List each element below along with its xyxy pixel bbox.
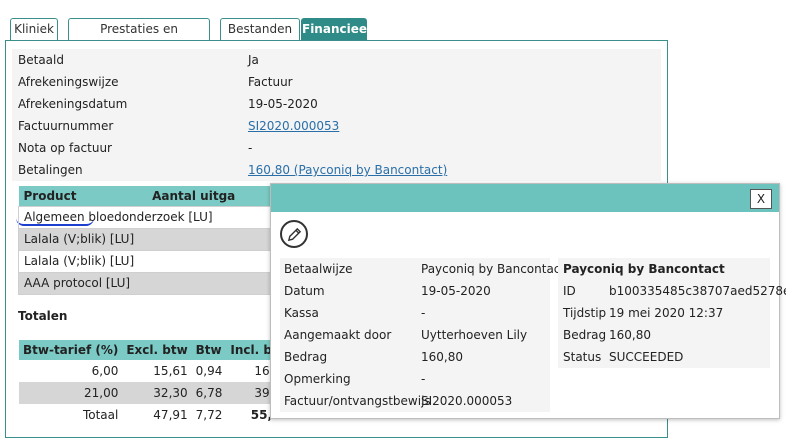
info-row-factuurnummer: Factuurnummer SI2020.000053 (12, 115, 661, 137)
provider-key: Tijdstip (563, 306, 607, 320)
detail-row: Bedrag 160,80 (280, 346, 550, 368)
column-header: Product (18, 186, 148, 206)
cell: Totaal (82, 408, 119, 422)
totals-title: Totalen (18, 309, 68, 323)
totals-table: Btw-tarief (%) Excl. btw Btw Incl. btw 6… (19, 340, 293, 426)
provider-key: Bedrag (563, 328, 607, 342)
info-row-nota: Nota op factuur - (12, 137, 661, 159)
cell: 6,00 (91, 364, 119, 378)
provider-value: b100335485c38707aed5278e (609, 284, 786, 298)
detail-row: Kassa - (280, 302, 550, 324)
provider-row: Status SUCCEEDED (558, 346, 770, 368)
info-row-betaald: Betaald Ja (12, 49, 661, 71)
tab-bestanden[interactable]: Bestanden (220, 18, 300, 40)
cell: 6,78 (191, 382, 227, 404)
provider-value: SUCCEEDED (609, 350, 684, 364)
tab-financieel[interactable]: Financieel (301, 18, 371, 40)
detail-key: Betaalwijze (284, 262, 353, 276)
info-label: Betalingen (18, 163, 83, 177)
info-row-afrekeningswijze: Afrekeningswijze Factuur (12, 71, 661, 93)
column-header: Btw (191, 340, 227, 360)
info-value: Factuur (248, 75, 293, 89)
info-label: Afrekeningswijze (18, 75, 119, 89)
detail-key: Datum (284, 284, 325, 298)
cell: 21,00 (19, 382, 123, 404)
detail-row: Aangemaakt door Uytterhoeven Lily (280, 324, 550, 346)
detail-key: Factuur/ontvangstbewijs (284, 394, 431, 408)
provider-title: Payconiq by Bancontact (563, 262, 725, 276)
info-row-betalingen: Betalingen 160,80 (Payconiq by Bancontac… (12, 159, 661, 181)
cell: 15,61 (153, 364, 188, 378)
pencil-icon (287, 227, 302, 242)
payment-info: Betaald Ja Afrekeningswijze Factuur Afre… (12, 49, 661, 181)
detail-value: 160,80 (421, 350, 463, 364)
provider-key: ID (563, 284, 576, 298)
detail-value: Payconiq by Bancontact (421, 262, 566, 276)
info-label: Factuurnummer (18, 119, 114, 133)
table-row-total: Totaal 47,91 7,72 55,63 (19, 404, 293, 426)
table-row: 21,00 32,30 6,78 39,08 (19, 382, 293, 404)
provider-row: Bedrag 160,80 (558, 324, 770, 346)
tab-kliniek[interactable]: Kliniek (10, 18, 58, 40)
payment-details: Betaalwijze Payconiq by Bancontact Datum 1… (280, 258, 565, 412)
provider-row: ID b100335485c38707aed5278e (558, 280, 786, 302)
detail-value: - (421, 306, 426, 320)
provider-value: 19 mei 2020 12:37 (609, 306, 724, 320)
info-value: Ja (248, 53, 259, 67)
detail-row: Opmerking - (280, 368, 550, 390)
detail-value: Uytterhoeven Lily (421, 328, 528, 342)
cell: 0,94 (195, 364, 223, 378)
info-value: 19-05-2020 (248, 97, 318, 111)
column-header: Btw-tarief (%) (19, 340, 123, 360)
table-row: 6,00 15,61 0,94 16,55 (19, 360, 293, 382)
table-header: Btw-tarief (%) Excl. btw Btw Incl. btw (19, 340, 293, 360)
info-label: Afrekeningsdatum (18, 97, 128, 111)
provider-details: Payconiq by Bancontact ID b100335485c3870… (558, 258, 786, 368)
tab-prestaties-en-producten[interactable]: Prestaties en producten (68, 18, 210, 56)
detail-key: Aangemaakt door (284, 328, 392, 342)
betalingen-link[interactable]: 160,80 (Payconiq by Bancontact) (248, 159, 447, 181)
detail-key: Bedrag (284, 350, 328, 364)
info-label: Nota op factuur (18, 141, 112, 155)
info-label: Betaald (18, 53, 64, 67)
cell: 47,91 (153, 408, 188, 422)
provider-row: Tijdstip 19 mei 2020 12:37 (558, 302, 770, 324)
detail-key: Opmerking (284, 372, 351, 386)
cell: 32,30 (122, 382, 192, 404)
factuurnummer-link[interactable]: SI2020.000053 (248, 115, 339, 137)
popup-titlebar (271, 184, 779, 212)
info-row-afrekeningsdatum: Afrekeningsdatum 19-05-2020 (12, 93, 661, 115)
detail-row: Betaalwijze Payconiq by Bancontact (280, 258, 565, 280)
detail-value: - (421, 372, 426, 386)
close-button[interactable]: X (750, 189, 772, 209)
cell: 7,72 (195, 408, 223, 422)
column-header: Excl. btw (122, 340, 192, 360)
detail-value: SI2020.000053 (421, 394, 513, 408)
provider-value: 160,80 (609, 328, 651, 342)
info-value: - (248, 141, 253, 155)
detail-value: 19-05-2020 (421, 284, 491, 298)
detail-key: Kassa (284, 306, 319, 320)
edit-button[interactable] (280, 220, 308, 248)
payment-detail-popup: X Betaalwijze Payconiq by Bancontact Datu… (270, 183, 786, 419)
detail-row: Datum 19-05-2020 (280, 280, 550, 302)
detail-row: Factuur/ontvangstbewijs SI2020.000053 (280, 390, 550, 412)
provider-key: Status (563, 350, 602, 364)
